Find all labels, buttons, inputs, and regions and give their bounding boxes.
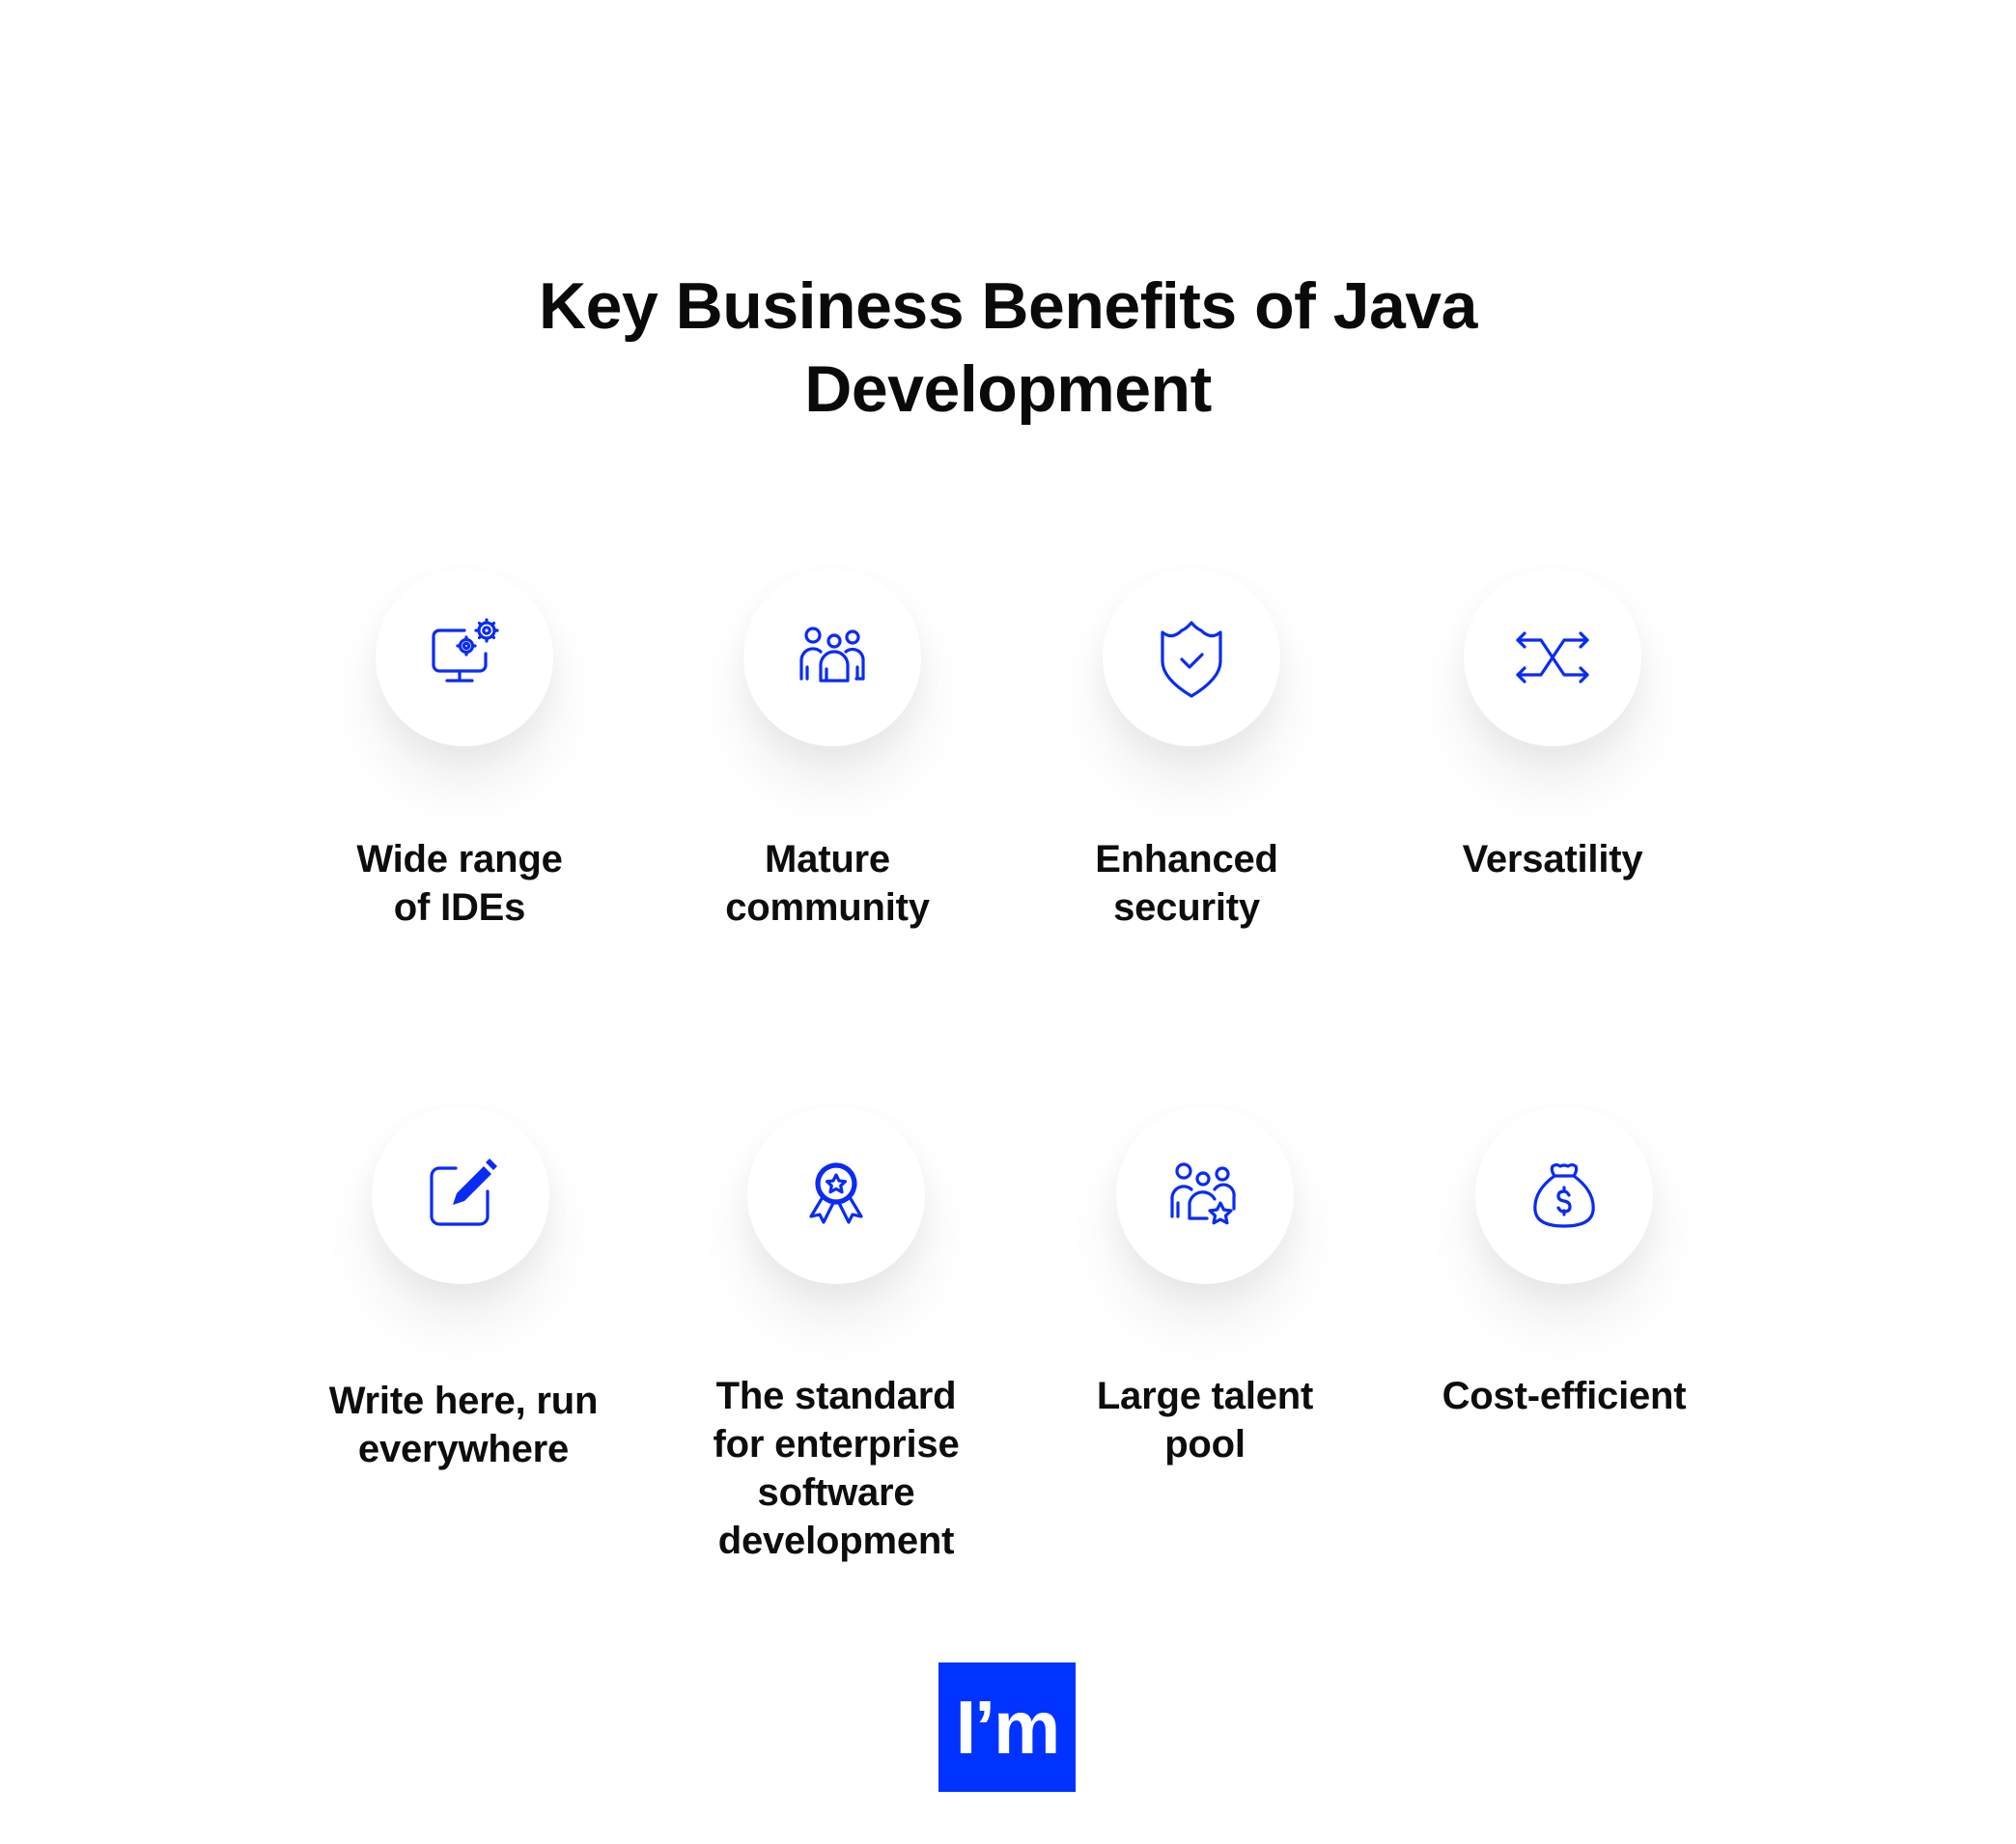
award-ribbon-icon [809,1162,863,1224]
benefit-icon-circle-talent [1116,1106,1294,1284]
benefit-icon-circle-enterprise [747,1106,925,1284]
benefit-label-community: Mature community [725,838,930,929]
benefit-icon-circle-portability [372,1106,549,1284]
benefit-label-ides: Wide range of IDEs [356,838,563,929]
community-group-icon [799,627,865,683]
brand-logo: I’m [938,1662,1076,1792]
benefit-icon-circle-ides [376,569,553,746]
benefit-icon-circle-cost [1475,1106,1653,1284]
edit-pencil-icon [430,1159,497,1226]
benefit-icon-circle-security [1103,569,1280,746]
benefit-label-enterprise: The standard for enterprise software dev… [713,1375,960,1562]
page-title: Key Business Benefits of Java Developmen… [0,265,2016,431]
shuffle-arrows-icon [1516,631,1589,684]
benefit-label-security: Enhanced security [1095,838,1278,929]
benefit-label-portability: Write here, run everywhere [328,1380,599,1470]
benefit-icon-circle-versatility [1464,569,1641,746]
talent-group-star-icon [1170,1162,1236,1225]
benefit-icon-circle-community [743,569,921,746]
shield-check-icon [1161,621,1222,698]
title-line-2: Development [804,351,1212,426]
monitor-gears-icon [432,618,499,683]
benefit-label-versatility: Versatility [1462,838,1643,880]
title-line-1: Key Business Benefits of Java [539,268,1477,343]
benefit-label-cost: Cost-efficient [1442,1375,1687,1417]
money-bag-icon [1533,1162,1595,1228]
benefit-label-talent: Large talent pool [1096,1375,1314,1466]
